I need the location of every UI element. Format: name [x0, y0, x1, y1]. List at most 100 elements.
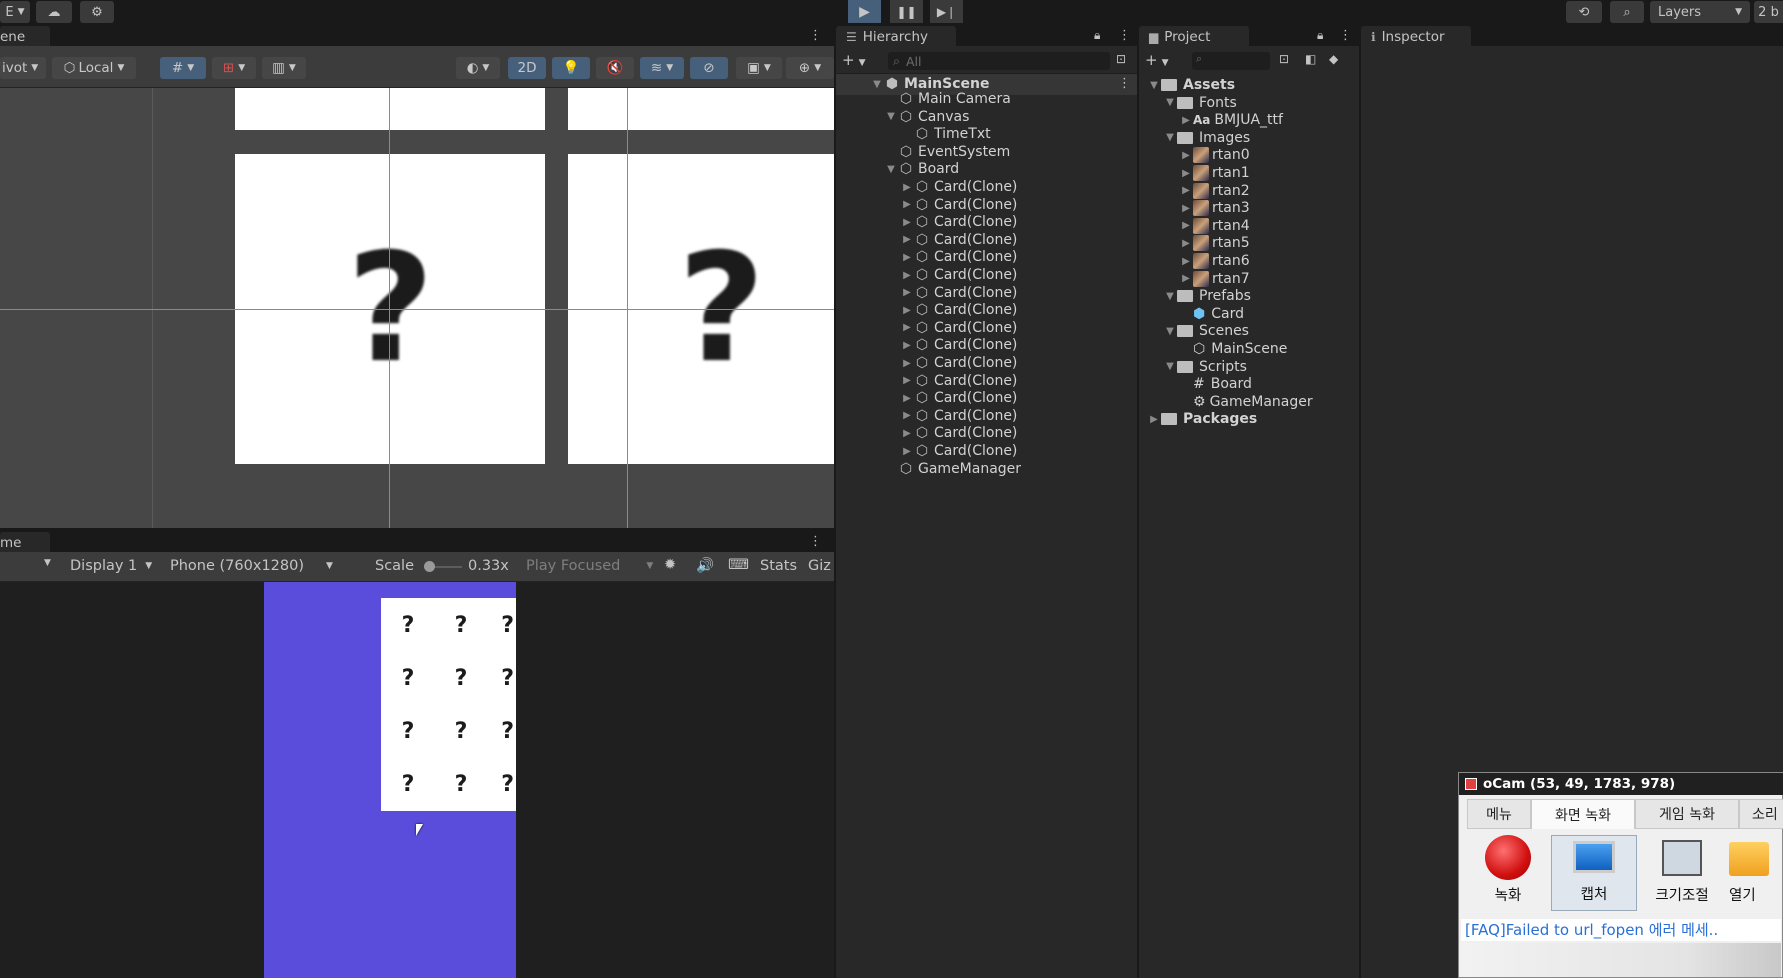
- expand-arrow-icon[interactable]: ▶: [900, 270, 914, 281]
- ocam-record-button[interactable]: 녹화: [1465, 835, 1551, 911]
- lock-icon[interactable]: 🔒︎: [1317, 28, 1323, 43]
- game-card[interactable]: ?: [487, 704, 516, 758]
- expand-arrow-icon[interactable]: ▶: [900, 410, 914, 421]
- game-card[interactable]: ?: [381, 757, 435, 811]
- ocam-tab-screen-record[interactable]: 화면 녹화: [1531, 799, 1635, 829]
- scale-slider[interactable]: [424, 561, 462, 572]
- ocam-tab-audio-record[interactable]: 소리 녹: [1739, 799, 1783, 829]
- more-options-icon[interactable]: ⋮: [1339, 28, 1352, 43]
- game-card[interactable]: ?: [381, 598, 435, 652]
- resolution-dropdown[interactable]: Phone (760x1280) ▼: [170, 558, 333, 574]
- ocam-capture-button[interactable]: 캡처: [1551, 835, 1637, 911]
- hierarchy-item[interactable]: ⬡ GameManager: [884, 459, 1021, 479]
- add-button[interactable]: + ▼: [1145, 51, 1169, 69]
- search-input[interactable]: ⌕: [1192, 52, 1270, 70]
- 2d-toggle[interactable]: 2D: [508, 57, 546, 79]
- play-button[interactable]: ▶: [848, 0, 881, 23]
- more-options-icon[interactable]: ⋮: [1118, 76, 1131, 91]
- expand-arrow-icon[interactable]: ▶: [900, 234, 914, 245]
- game-card[interactable]: ?: [487, 757, 516, 811]
- layers-dropdown[interactable]: Layers ▼: [1650, 1, 1750, 23]
- expand-arrow-icon[interactable]: ▶: [900, 199, 914, 210]
- expand-arrow-icon[interactable]: ▶: [1179, 115, 1193, 126]
- ocam-resize-button[interactable]: 크기조절: [1639, 835, 1725, 911]
- display-dropdown[interactable]: Display 1 ▼: [70, 558, 152, 574]
- card-sprite[interactable]: [568, 88, 834, 130]
- expand-arrow-icon[interactable]: ▶: [1147, 414, 1161, 425]
- expand-arrow-icon[interactable]: ▶: [1179, 238, 1193, 249]
- expand-arrow-icon[interactable]: ▶: [900, 322, 914, 333]
- scene-viewport[interactable]: ? ?: [0, 88, 834, 528]
- game-viewport[interactable]: ????????????: [0, 582, 834, 978]
- cloud-button[interactable]: ☁: [36, 1, 72, 23]
- expand-arrow-icon[interactable]: ▶: [900, 287, 914, 298]
- keyboard-icon[interactable]: ⌨: [728, 557, 749, 573]
- expand-arrow-icon[interactable]: ▼: [1147, 80, 1161, 91]
- grid-visibility-toggle[interactable]: ⊞ ▼: [212, 57, 256, 79]
- expand-arrow-icon[interactable]: ▶: [1179, 273, 1193, 284]
- more-options-icon[interactable]: ⋮: [809, 28, 822, 43]
- add-button[interactable]: + ▼: [842, 51, 866, 69]
- stats-button[interactable]: Stats: [760, 558, 797, 574]
- increment-snap-toggle[interactable]: ▥ ▼: [262, 57, 306, 79]
- type-filter-icon[interactable]: ◧: [1305, 52, 1316, 66]
- expand-arrow-icon[interactable]: ▶: [1179, 185, 1193, 196]
- expand-arrow-icon[interactable]: ▶: [900, 393, 914, 404]
- game-card[interactable]: ?: [434, 757, 488, 811]
- scale-slider-handle[interactable]: [424, 561, 435, 572]
- expand-arrow-icon[interactable]: ▶: [1179, 203, 1193, 214]
- game-card[interactable]: ?: [434, 598, 488, 652]
- grid-snap-toggle[interactable]: # ▼: [160, 57, 206, 79]
- expand-arrow-icon[interactable]: ▼: [1163, 326, 1177, 337]
- expand-arrow-icon[interactable]: ▶: [900, 375, 914, 386]
- search-input[interactable]: ⌕ All: [888, 52, 1110, 70]
- play-focused-dropdown[interactable]: Play Focused ▼: [526, 558, 653, 574]
- card-sprite[interactable]: [235, 88, 545, 130]
- expand-arrow-icon[interactable]: ▶: [900, 305, 914, 316]
- ocam-tab-menu[interactable]: 메뉴: [1467, 799, 1531, 829]
- expand-arrow-icon[interactable]: ▼: [884, 164, 898, 175]
- draw-mode-dropdown[interactable]: ◐ ▼: [456, 57, 500, 79]
- expand-arrow-icon[interactable]: ▶: [900, 428, 914, 439]
- expand-arrow-icon[interactable]: ▶: [900, 252, 914, 263]
- expand-arrow-icon[interactable]: ▶: [900, 217, 914, 228]
- lock-icon[interactable]: 🔒︎: [1094, 28, 1100, 43]
- game-card[interactable]: ?: [381, 651, 435, 705]
- ocam-tab-game-record[interactable]: 게임 녹화: [1635, 799, 1739, 829]
- speaker-icon[interactable]: 🔊: [696, 557, 714, 574]
- pivot-dropdown[interactable]: ivot ▼: [0, 57, 46, 79]
- game-card[interactable]: ?: [434, 651, 488, 705]
- filter-icon[interactable]: ⊡: [1279, 52, 1289, 66]
- expand-arrow-icon[interactable]: ▶: [900, 358, 914, 369]
- tab-scene[interactable]: ene: [0, 26, 50, 48]
- search-button[interactable]: ⌕: [1610, 1, 1644, 23]
- more-options-icon[interactable]: ⋮: [809, 534, 822, 549]
- project-item[interactable]: ▶ Packages: [1147, 409, 1257, 429]
- effects-toggle[interactable]: ≋ ▼: [640, 57, 684, 79]
- scene-visibility-toggle[interactable]: ⊘: [690, 57, 728, 79]
- tab-inspector[interactable]: ℹ Inspector: [1361, 26, 1471, 48]
- gizmos-button[interactable]: Giz: [808, 558, 831, 574]
- expand-arrow-icon[interactable]: ▶: [1179, 150, 1193, 161]
- expand-arrow-icon[interactable]: ▼: [884, 111, 898, 122]
- local-dropdown[interactable]: ⬡ Local ▼: [52, 57, 136, 79]
- chevron-down-icon[interactable]: ▼: [44, 558, 51, 568]
- bug-icon[interactable]: ✹: [664, 557, 676, 573]
- collab-button[interactable]: ⚙: [80, 1, 114, 23]
- expand-arrow-icon[interactable]: ▶: [1179, 220, 1193, 231]
- gizmos-dropdown[interactable]: ⊕ ▼: [786, 57, 834, 79]
- audio-toggle[interactable]: 🔇: [596, 57, 634, 79]
- expand-arrow-icon[interactable]: ▼: [1163, 361, 1177, 372]
- more-options-icon[interactable]: ⋮: [1118, 28, 1131, 43]
- label-icon[interactable]: ◆: [1329, 52, 1338, 66]
- expand-arrow-icon[interactable]: ▶: [900, 446, 914, 457]
- game-card[interactable]: ?: [434, 704, 488, 758]
- expand-arrow-icon[interactable]: ▼: [1163, 132, 1177, 143]
- expand-arrow-icon[interactable]: ▶: [1179, 168, 1193, 179]
- scene-filter-icon[interactable]: ⊡: [1116, 52, 1126, 66]
- lighting-toggle[interactable]: 💡: [552, 57, 590, 79]
- tab-hierarchy[interactable]: ☰ Hierarchy: [836, 26, 956, 48]
- expand-arrow-icon[interactable]: ▼: [1163, 291, 1177, 302]
- tab-game[interactable]: me: [0, 532, 50, 554]
- game-card[interactable]: ?: [487, 651, 516, 705]
